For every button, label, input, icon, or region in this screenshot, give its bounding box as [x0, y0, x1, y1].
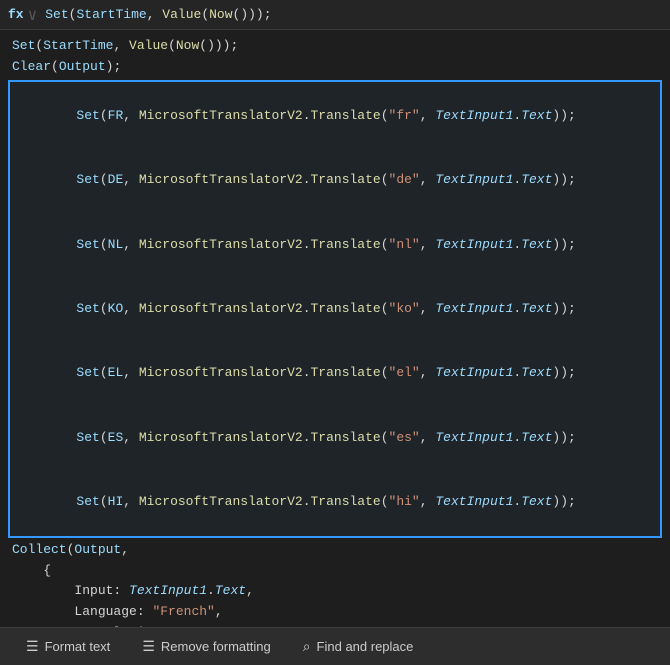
set-de-line: Set(DE, MicrosoftTranslatorV2.Translate(… [14, 148, 656, 212]
code-line-clear: Clear(Output); [0, 57, 670, 78]
code-line-set-starttime: Set(StartTime, Value(Now())); [0, 36, 670, 57]
collect-brace1: { [0, 561, 670, 582]
collect-lang-french1: Language: "French", [0, 602, 670, 623]
find-replace-button[interactable]: ⌕ Find and replace [287, 632, 430, 661]
format-text-button[interactable]: ☰ Format text [10, 632, 126, 661]
remove-formatting-label: Remove formatting [161, 639, 271, 654]
set-fr-line: Set(FR, MicrosoftTranslatorV2.Translate(… [14, 84, 656, 148]
highlighted-block: Set(FR, MicrosoftTranslatorV2.Translate(… [8, 80, 662, 538]
remove-formatting-icon: ☰ [142, 638, 155, 655]
bottom-bar: ☰ Format text ☰ Remove formatting ⌕ Find… [0, 627, 670, 665]
find-replace-label: Find and replace [317, 639, 414, 654]
collect-open: Collect(Output, [0, 540, 670, 561]
set-nl-line: Set(NL, MicrosoftTranslatorV2.Translate(… [14, 212, 656, 276]
find-replace-icon: ⌕ [303, 638, 311, 655]
formula-input: Set(StartTime, Value(Now())); [45, 7, 662, 22]
set-ko-line: Set(KO, MicrosoftTranslatorV2.Translate(… [14, 277, 656, 341]
editor-container: fx ∨ Set(StartTime, Value(Now())); Set(S… [0, 0, 670, 665]
formula-label: fx ∨ [8, 5, 37, 25]
format-text-label: Format text [45, 639, 111, 654]
format-text-icon: ☰ [26, 638, 39, 655]
code-area[interactable]: Set(StartTime, Value(Now())); Clear(Outp… [0, 30, 670, 627]
collect-input1: Input: TextInput1.Text, [0, 581, 670, 602]
formula-fn: Set [45, 7, 68, 22]
set-es-line: Set(ES, MicrosoftTranslatorV2.Translate(… [14, 405, 656, 469]
divider-icon: ∨ [28, 5, 38, 25]
fx-icon: fx [8, 7, 24, 22]
set-el-line: Set(EL, MicrosoftTranslatorV2.Translate(… [14, 341, 656, 405]
set-hi-line: Set(HI, MicrosoftTranslatorV2.Translate(… [14, 469, 656, 533]
formula-bar: fx ∨ Set(StartTime, Value(Now())); [0, 0, 670, 30]
remove-formatting-button[interactable]: ☰ Remove formatting [126, 632, 286, 661]
